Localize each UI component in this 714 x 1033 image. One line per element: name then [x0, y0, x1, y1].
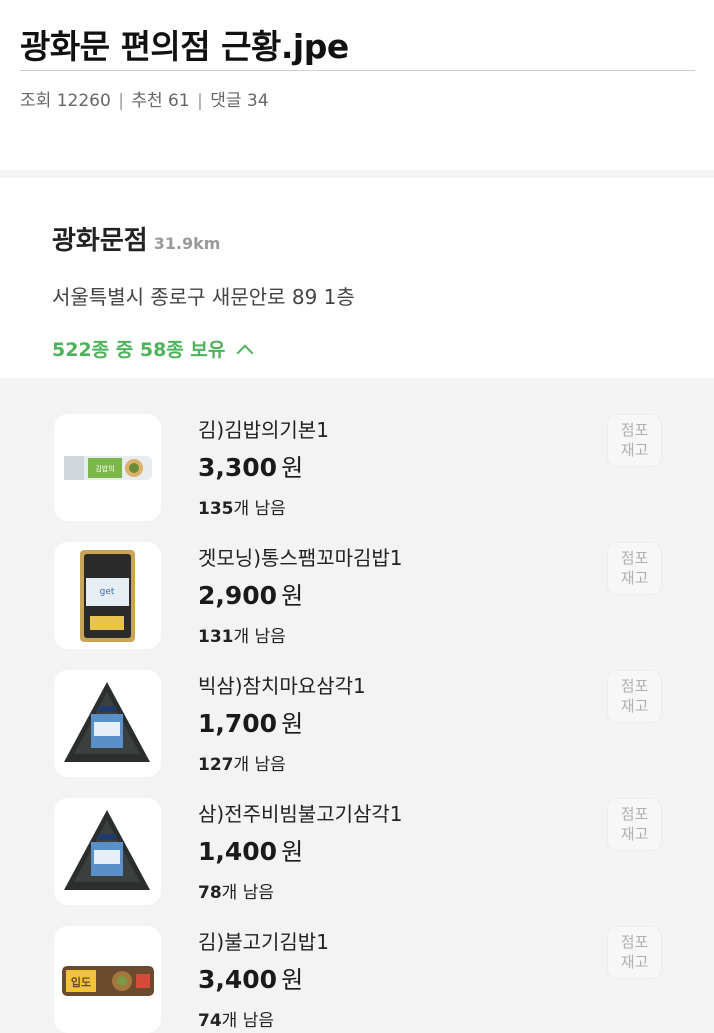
svg-text:입도: 입도 [71, 976, 91, 989]
remaining-count: 74 [198, 1011, 222, 1031]
product-thumbnail[interactable]: 김밥의 [54, 414, 161, 521]
product-name: 김)김밥의기본1 [198, 418, 329, 442]
product-price: 3,400 원 [198, 960, 303, 995]
mini-gimbap-box-icon: get [54, 542, 161, 649]
stock-summary: 522종 중 58종 보유 [52, 339, 226, 361]
store-stock-button-label: 점포 재고 [620, 805, 649, 843]
product-price: 1,700 원 [198, 704, 303, 739]
stock-summary-toggle[interactable]: 522종 중 58종 보유 [52, 335, 254, 362]
meta-separator: | [118, 91, 124, 111]
price-value: 3,400 [198, 965, 278, 994]
product-thumbnail[interactable]: 입도 [54, 926, 161, 1033]
product-name: 빅삼)참치마요삼각1 [198, 674, 366, 698]
product-row[interactable]: 빅삼)참치마요삼각1 1,700 원 127개 남음 점포 재고 [0, 634, 714, 777]
views-label: 조회 [20, 91, 52, 111]
embedded-app-screenshot: 광화문점 31.9km 서울특별시 종로구 새문안로 89 1층 522종 중 5… [0, 170, 714, 1033]
product-name: 겟모닝)통스팸꼬마김밥1 [198, 546, 403, 570]
gimbap-icon: 김밥의 [54, 414, 161, 521]
remaining-stock: 74개 남음 [198, 1006, 274, 1031]
meta-separator: | [197, 91, 203, 111]
recommend-count: 61 [168, 91, 190, 111]
price-value: 1,700 [198, 709, 278, 738]
price-unit: 원 [281, 966, 304, 994]
post-title: 광화문 편의점 근황.jpe [20, 27, 349, 66]
views-count: 12260 [56, 91, 111, 111]
store-stock-button-label: 점포 재고 [620, 549, 649, 587]
product-price: 3,300 원 [198, 448, 303, 483]
triangle-kimbap-icon [54, 670, 161, 777]
post-meta: 조회 12260 | 추천 61 | 댓글 34 [20, 86, 269, 111]
product-row[interactable]: 김밥의 김)김밥의기본1 3,300 원 135개 남음 점포 재고 [0, 378, 714, 521]
price-unit: 원 [281, 838, 304, 866]
product-thumbnail[interactable] [54, 670, 161, 777]
recommend-label: 추천 [131, 91, 163, 111]
comments-count: 34 [246, 91, 269, 111]
store-stock-button[interactable]: 점포 재고 [607, 798, 662, 851]
product-row[interactable]: get 겟모닝)통스팸꼬마김밥1 2,900 원 131개 남음 점포 재고 [0, 506, 714, 649]
product-price: 1,400 원 [198, 832, 303, 867]
price-value: 1,400 [198, 837, 278, 866]
price-value: 2,900 [198, 581, 278, 610]
price-value: 3,300 [198, 453, 278, 482]
store-stock-button-label: 점포 재고 [620, 677, 649, 715]
post-header: 광화문 편의점 근황.jpe 조회 12260 | 추천 61 | 댓글 34 [0, 0, 714, 170]
remaining-suffix: 개 남음 [221, 1011, 274, 1031]
bulgogi-gimbap-icon: 입도 [54, 926, 161, 1033]
triangle-kimbap-icon [54, 798, 161, 905]
product-name: 삼)전주비빔불고기삼각1 [198, 802, 403, 826]
product-row[interactable]: 입도 김)불고기김밥1 3,400 원 74개 남음 점포 재고 [0, 890, 714, 1033]
price-unit: 원 [281, 582, 304, 610]
price-unit: 원 [281, 710, 304, 738]
svg-text:get: get [100, 587, 115, 597]
product-price: 2,900 원 [198, 576, 303, 611]
store-stock-button[interactable]: 점포 재고 [607, 926, 662, 979]
title-divider [20, 70, 695, 71]
product-row[interactable]: 삼)전주비빔불고기삼각1 1,400 원 78개 남음 점포 재고 [0, 762, 714, 905]
store-distance: 31.9km [153, 234, 221, 253]
store-stock-button-label: 점포 재고 [620, 933, 649, 971]
store-card: 광화문점 31.9km 서울특별시 종로구 새문안로 89 1층 522종 중 5… [0, 178, 714, 378]
store-stock-button[interactable]: 점포 재고 [607, 670, 662, 723]
store-stock-button[interactable]: 점포 재고 [607, 414, 662, 467]
store-stock-button[interactable]: 점포 재고 [607, 542, 662, 595]
product-thumbnail[interactable] [54, 798, 161, 905]
comments-label: 댓글 [210, 91, 242, 111]
store-stock-button-label: 점포 재고 [620, 421, 649, 459]
store-title: 광화문점 31.9km [52, 220, 220, 257]
price-unit: 원 [281, 454, 304, 482]
product-name: 김)불고기김밥1 [198, 930, 329, 954]
store-name: 광화문점 [52, 226, 148, 256]
chevron-up-icon [236, 344, 254, 362]
product-thumbnail[interactable]: get [54, 542, 161, 649]
svg-text:김밥의: 김밥의 [95, 464, 114, 473]
store-address: 서울특별시 종로구 새문안로 89 1층 [52, 285, 355, 309]
